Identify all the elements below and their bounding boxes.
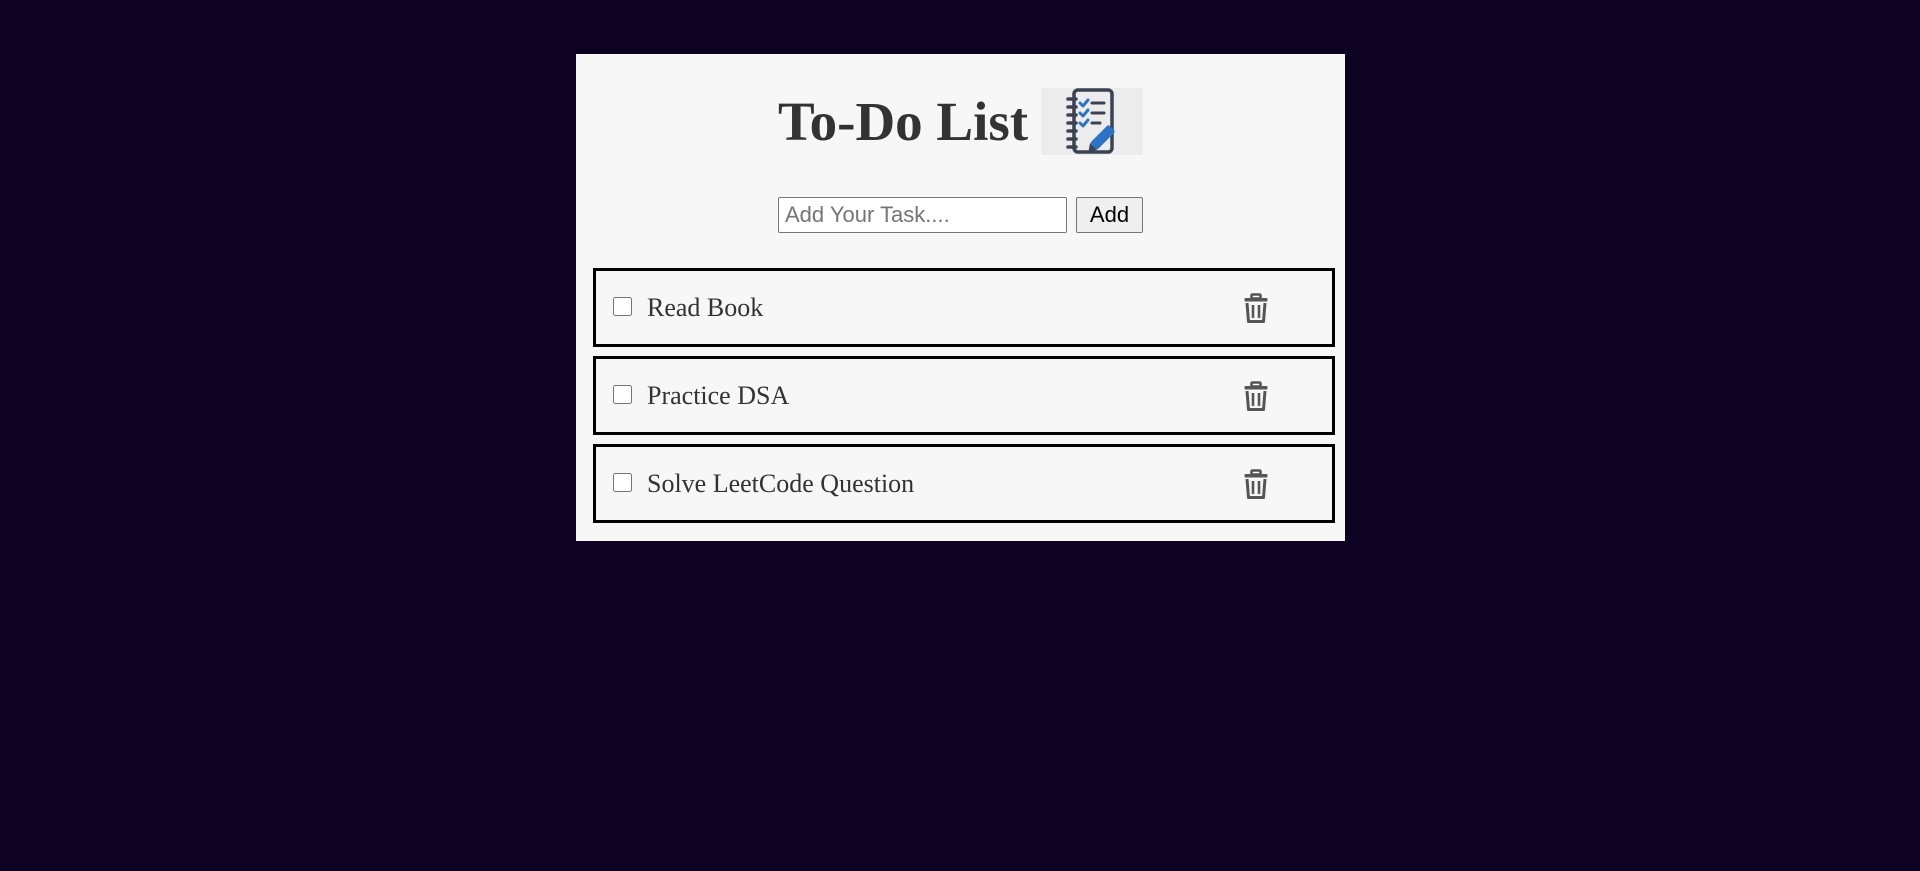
trash-icon <box>1244 293 1268 323</box>
task-text: Read Book <box>647 293 764 322</box>
list-item: Solve LeetCode Question <box>593 444 1335 523</box>
task-text: Solve LeetCode Question <box>647 469 915 498</box>
list-item: Read Book <box>593 268 1335 347</box>
task-list: Read Book Practice DSA Solve LeetCode Qu… <box>593 268 1335 532</box>
trash-icon <box>1244 381 1268 411</box>
delete-task-button[interactable] <box>1241 379 1271 413</box>
list-item: Practice DSA <box>593 356 1335 435</box>
task-input[interactable] <box>778 197 1067 233</box>
header: To-Do List <box>576 88 1345 156</box>
task-text: Practice DSA <box>647 381 790 410</box>
task-checkbox[interactable] <box>613 385 632 404</box>
todo-card: To-Do List Add Your Task.... Add Read Bo… <box>576 54 1345 541</box>
add-button[interactable]: Add <box>1076 197 1143 233</box>
delete-task-button[interactable] <box>1241 291 1271 325</box>
trash-icon <box>1244 469 1268 499</box>
task-checkbox[interactable] <box>613 297 632 316</box>
page-title: To-Do List <box>778 91 1029 152</box>
delete-task-button[interactable] <box>1241 467 1271 501</box>
task-checkbox[interactable] <box>613 473 632 492</box>
checklist-notebook-icon <box>1041 88 1143 155</box>
